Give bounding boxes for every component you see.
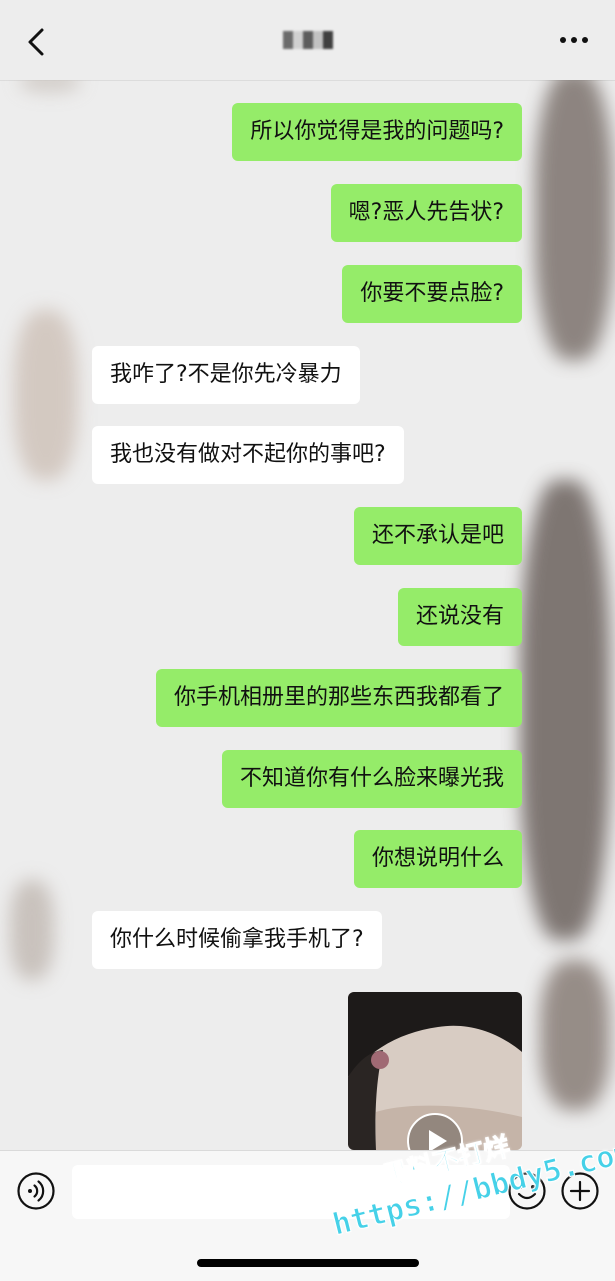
message-bubble-incoming[interactable]: 你什么时候偷拿我手机了?: [92, 911, 382, 969]
message-bubble-outgoing[interactable]: 嗯?恶人先告状?: [330, 184, 522, 242]
message-bubble-outgoing[interactable]: 你手机相册里的那些东西我都看了: [155, 669, 522, 727]
chat-header: [0, 0, 615, 81]
message-bubble-outgoing[interactable]: 所以你觉得是我的问题吗?: [232, 103, 522, 161]
message-bubble-outgoing[interactable]: 你要不要点脸?: [342, 265, 522, 323]
user-avatar-blurred[interactable]: [535, 80, 613, 360]
pixelated-name-mask: [282, 31, 333, 49]
chat-title: [0, 30, 615, 55]
plus-icon[interactable]: [560, 1171, 600, 1211]
more-dots-icon[interactable]: [559, 33, 589, 47]
video-message[interactable]: [348, 992, 522, 1150]
voice-icon[interactable]: [16, 1171, 56, 1211]
message-list[interactable]: 所以你觉得是我的问题吗? 嗯?恶人先告状? 你要不要点脸? 我咋了?不是你先冷暴…: [0, 80, 615, 1150]
play-icon[interactable]: [406, 1112, 464, 1150]
message-bubble-outgoing[interactable]: 还说没有: [397, 588, 522, 646]
emoji-icon[interactable]: [507, 1171, 547, 1211]
message-bubble-outgoing[interactable]: 还不承认是吧: [353, 507, 522, 565]
message-input[interactable]: [72, 1165, 510, 1219]
user-avatar-blurred[interactable]: [540, 960, 610, 1110]
message-bubble-outgoing[interactable]: 不知道你有什么脸来曝光我: [221, 750, 522, 808]
input-bar: [0, 1150, 615, 1281]
user-avatar-blurred[interactable]: [520, 480, 610, 940]
contact-avatar-blurred[interactable]: [20, 80, 80, 92]
contact-avatar-blurred[interactable]: [10, 880, 54, 980]
message-bubble-incoming[interactable]: 我也没有做对不起你的事吧?: [92, 426, 404, 484]
message-bubble-outgoing[interactable]: 你想说明什么: [353, 830, 522, 888]
message-bubble-incoming[interactable]: 我咋了?不是你先冷暴力: [92, 346, 360, 404]
contact-avatar-blurred[interactable]: [14, 310, 78, 480]
home-indicator[interactable]: [197, 1259, 419, 1267]
